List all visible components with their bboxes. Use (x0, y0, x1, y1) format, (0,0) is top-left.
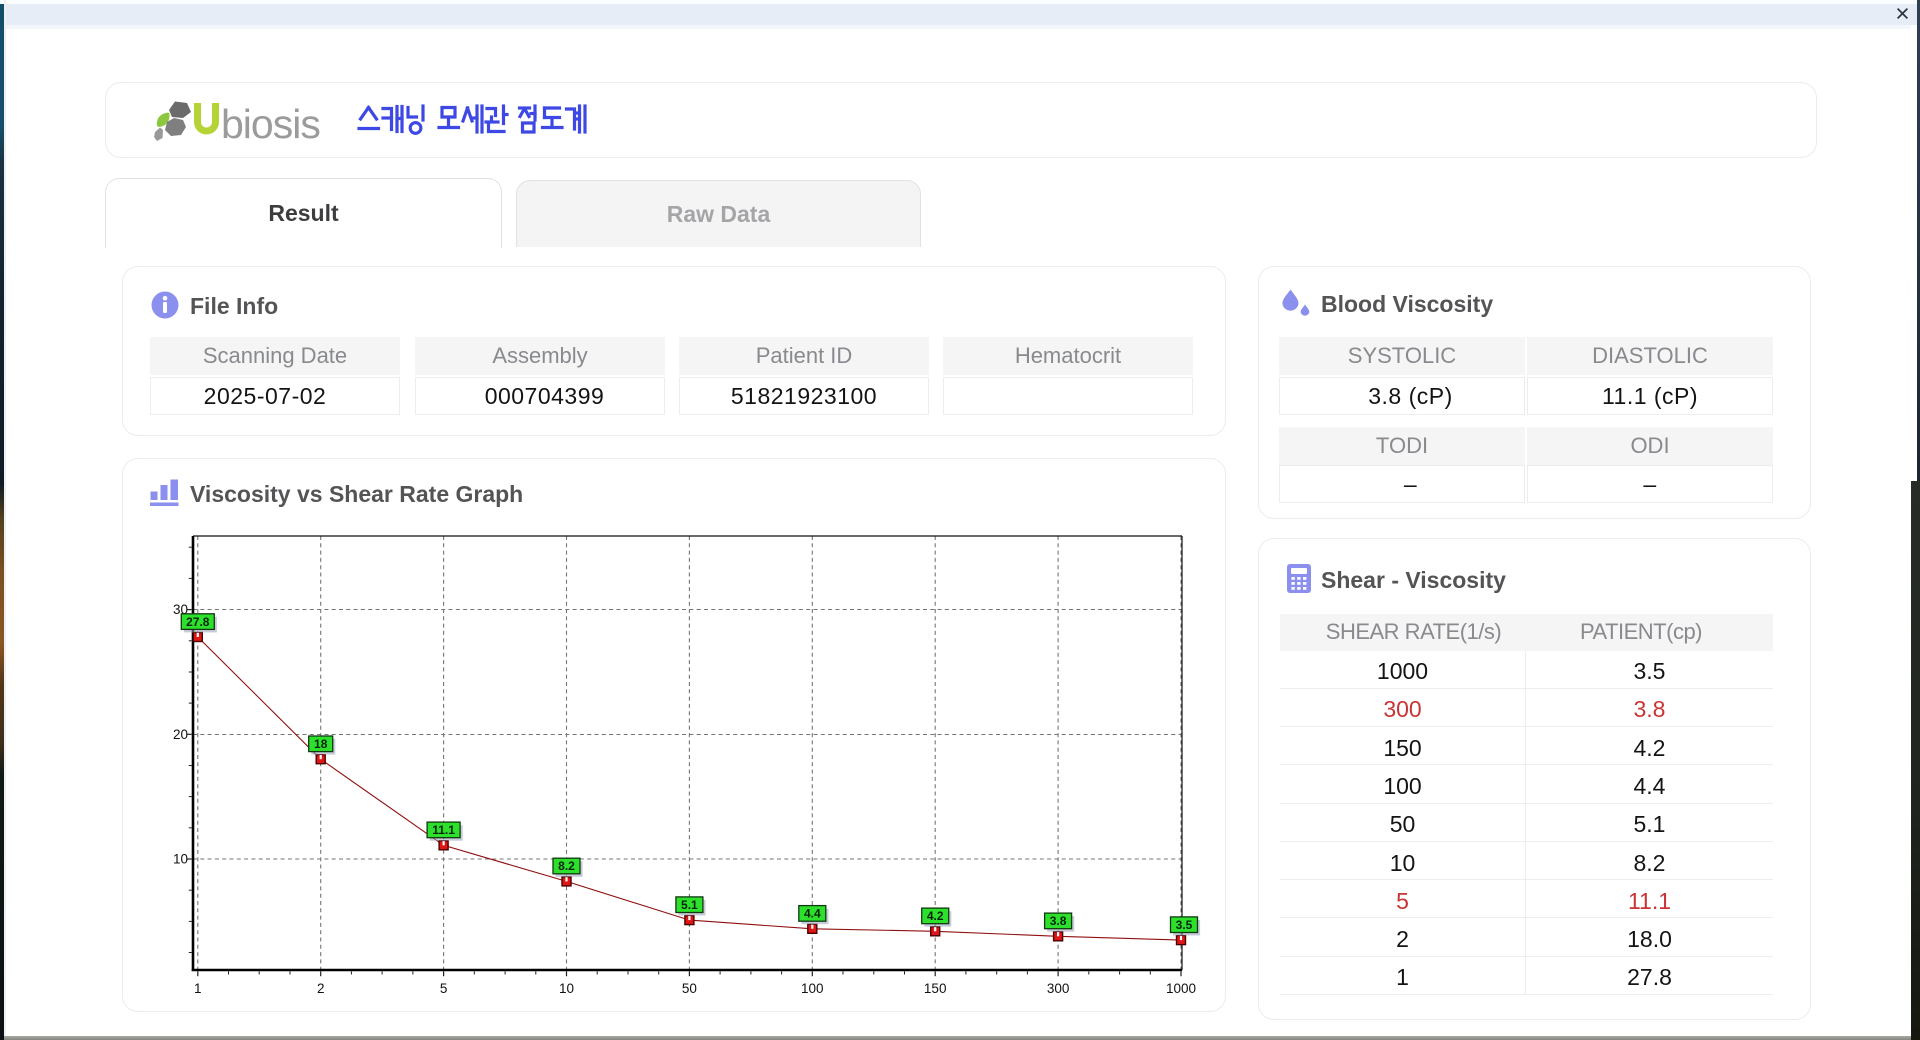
svg-text:5.1: 5.1 (681, 898, 698, 912)
svg-text:2: 2 (317, 981, 325, 996)
svg-text:10: 10 (559, 981, 574, 996)
svg-text:100: 100 (801, 981, 824, 996)
svg-text:10: 10 (173, 852, 188, 867)
svg-text:4.4: 4.4 (804, 907, 821, 921)
svg-text:biosis: biosis (221, 101, 320, 146)
svg-text:5: 5 (440, 981, 448, 996)
svg-text:4.2: 4.2 (927, 909, 944, 923)
svg-text:3.5: 3.5 (1176, 918, 1193, 932)
svg-text:300: 300 (1047, 981, 1070, 996)
svg-text:1000: 1000 (1166, 981, 1196, 996)
svg-text:1: 1 (194, 981, 202, 996)
svg-text:150: 150 (924, 981, 947, 996)
svg-text:3.8: 3.8 (1050, 914, 1067, 928)
svg-text:50: 50 (682, 981, 697, 996)
svg-text:11.1: 11.1 (432, 823, 455, 837)
svg-text:20: 20 (173, 727, 188, 742)
svg-text:27.8: 27.8 (186, 615, 210, 629)
svg-text:18: 18 (314, 737, 328, 751)
svg-text:8.2: 8.2 (558, 859, 575, 873)
